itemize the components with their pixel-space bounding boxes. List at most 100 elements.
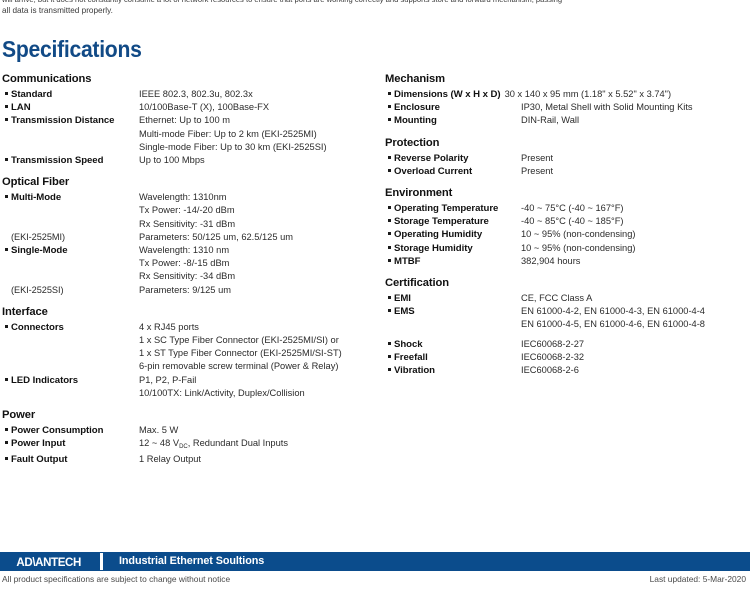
spec-row: Transmission Speed Up to 100 Mbps <box>2 154 374 167</box>
spec-label: LAN <box>11 102 31 114</box>
spec-value: Wavelength: 1310nm Tx Power: -14/-20 dBm R… <box>139 191 374 244</box>
specs-left-column: Communications Standard IEEE 802.3, 802.3u… <box>2 73 374 475</box>
bullet-icon <box>2 244 11 252</box>
spec-label: Mounting <box>394 115 437 127</box>
intro-clipped-line: will arrive, but it does not constantly … <box>2 0 748 6</box>
spec-value: IEC60068-2-27 <box>521 338 750 351</box>
spec-label: Storage Temperature <box>394 216 489 228</box>
bullet-icon <box>2 154 11 162</box>
spec-value-line: 6-pin removable screw terminal (Power & … <box>139 361 339 372</box>
bullet-icon <box>385 292 394 300</box>
bullet-icon <box>385 228 394 236</box>
spec-label: Overload Current <box>394 165 473 177</box>
spec-value: Present <box>521 152 750 165</box>
spec-value-line: Rx Sensitivity: -31 dBm <box>139 218 236 229</box>
spec-value-line: 10 ~ 95% (non-condensing) <box>521 229 636 240</box>
footer-last-updated: Last updated: 5-Mar-2020 <box>649 574 746 584</box>
spec-row: Freefall IEC60068-2-32 <box>385 351 750 364</box>
spec-value: IEEE 802.3, 802.3u, 802.3x <box>139 88 374 101</box>
spec-label: Power Input <box>11 438 66 450</box>
spec-group: Certification EMI CE, FCC Class A EMS EN 610… <box>385 277 750 377</box>
spec-label: MTBF <box>394 255 421 267</box>
spec-value-line: 4 x RJ45 ports <box>139 321 199 332</box>
spec-value-line: Present <box>521 152 554 163</box>
bullet-icon <box>385 242 394 249</box>
bullet-icon <box>385 351 394 358</box>
bullet-icon <box>2 101 11 109</box>
spec-label: Reverse Polarity <box>394 152 469 164</box>
spec-value: 12 ~ 48 VDC, Redundant Dual Inputs <box>139 437 374 452</box>
spec-value: 4 x RJ45 ports 1 x SC Type Fiber Connecto… <box>139 321 374 374</box>
footer-bar-title: Industrial Ethernet Soultions <box>119 555 265 567</box>
spec-value-line: -40 ~ 75°C (-40 ~ 167°F) <box>521 203 624 214</box>
spec-label: Storage Humidity <box>394 242 473 254</box>
bullet-icon <box>385 202 394 210</box>
spec-value-line: CE, FCC Class A <box>521 293 593 304</box>
spec-label: Transmission Distance <box>11 115 115 127</box>
spec-value: Ethernet: Up to 100 m Multi-mode Fiber: U… <box>139 114 374 154</box>
spec-label: Power Consumption <box>11 425 104 437</box>
bullet-icon <box>385 255 394 262</box>
bullet-icon <box>385 152 394 159</box>
advantech-logo-text: AD\ANTECH <box>16 554 81 569</box>
spec-label: EMI <box>394 293 411 305</box>
spec-row: Power Input 12 ~ 48 VDC, Redundant Dual I… <box>2 437 374 452</box>
spec-row: Fault Output 1 Relay Output <box>2 453 374 466</box>
spec-value-line: IEC60068-2-32 <box>521 351 585 362</box>
spec-value: -40 ~ 75°C (-40 ~ 167°F) <box>521 202 750 215</box>
spec-value: Wavelength: 1310 nm Tx Power: -8/-15 dBm R… <box>139 244 374 297</box>
spec-row: Standard IEEE 802.3, 802.3u, 802.3x <box>2 88 374 101</box>
spec-label: Operating Temperature <box>394 203 499 215</box>
spec-value-line: Parameters: 50/125 um, 62.5/125 um <box>139 231 294 242</box>
bullet-icon <box>2 321 11 328</box>
spec-value-line: Wavelength: 1310 nm <box>139 245 230 256</box>
spec-value-line: Up to 100 Mbps <box>139 155 205 166</box>
spec-group-title: Power <box>2 409 36 422</box>
spec-value-line: 1 x ST Type Fiber Connector (EKI-2525MI/… <box>139 348 342 359</box>
spec-value-line: 1 x SC Type Fiber Connector (EKI-2525MI/… <box>139 335 339 346</box>
intro-line-2: all data is transmitted properly. <box>2 6 113 15</box>
spec-value: IP30, Metal Shell with Solid Mounting Ki… <box>521 101 750 114</box>
bullet-icon <box>2 88 11 95</box>
spec-group: Mechanism Dimensions (W x H x D) 30 x 140 … <box>385 73 750 128</box>
bullet-icon <box>385 364 394 372</box>
spec-row: Transmission Distance Ethernet: Up to 100… <box>2 114 374 154</box>
spec-label: Operating Humidity <box>394 229 483 241</box>
spec-row: LAN 10/100Base-T (X), 100Base-FX <box>2 101 374 114</box>
spec-value-line: IEEE 802.3, 802.3u, 802.3x <box>139 89 253 99</box>
spec-row: Vibration IEC60068-2-6 <box>385 364 750 377</box>
spec-value: P1, P2, P-Fail 10/100TX: Link/Activity, D… <box>139 374 374 400</box>
spec-group-title: Mechanism <box>385 73 446 85</box>
spec-value-line: 12 ~ 48 VDC, Redundant Dual Inputs <box>139 438 289 451</box>
bullet-icon <box>385 165 394 172</box>
bullet-icon <box>385 305 394 313</box>
spec-value: Present <box>521 165 750 178</box>
bullet-spacer <box>2 231 11 235</box>
spec-group: Power Power Consumption Max. 5 W Power Inpu… <box>2 409 374 466</box>
intro-paragraph: will arrive, but it does not constantly … <box>0 0 750 22</box>
spec-value-line: 30 x 140 x 95 mm (1.18" x 5.52" x 3.74") <box>504 89 672 99</box>
spec-value-line: IP30, Metal Shell with Solid Mounting Ki… <box>521 102 693 113</box>
spec-group-title: Certification <box>385 277 449 290</box>
specs-right-column: Mechanism Dimensions (W x H x D) 30 x 140 … <box>385 73 750 386</box>
spec-value: 10/100Base-T (X), 100Base-FX <box>139 101 374 114</box>
spec-label: Dimensions (W x H x D) <box>394 89 501 100</box>
spec-row: Storage Humidity 10 ~ 95% (non-condensing… <box>385 242 750 255</box>
spec-label: Connectors <box>11 321 64 333</box>
spec-value: 382,904 hours <box>521 255 750 268</box>
spec-row: Shock IEC60068-2-27 <box>385 338 750 351</box>
spec-row: Connectors 4 x RJ45 ports 1 x SC Type Fibe… <box>2 321 374 374</box>
bullet-spacer <box>2 284 11 288</box>
spec-group-title: Interface <box>2 305 48 318</box>
spec-value-line: Tx Power: -14/-20 dBm <box>139 205 235 216</box>
spec-group: Environment Operating Temperature -40 ~ 75… <box>385 187 750 268</box>
bullet-icon <box>2 374 11 381</box>
spec-value: CE, FCC Class A <box>521 292 750 305</box>
spec-row: Overload Current Present <box>385 165 750 178</box>
spec-label: Vibration <box>394 365 435 377</box>
spec-label: EMS <box>394 306 415 318</box>
bullet-icon <box>385 338 394 345</box>
spec-value-line: Rx Sensitivity: -34 dBm <box>139 271 236 282</box>
spec-row: Reverse Polarity Present <box>385 152 750 165</box>
spec-row: LED Indicators P1, P2, P-Fail 10/100TX: Li… <box>2 374 374 400</box>
